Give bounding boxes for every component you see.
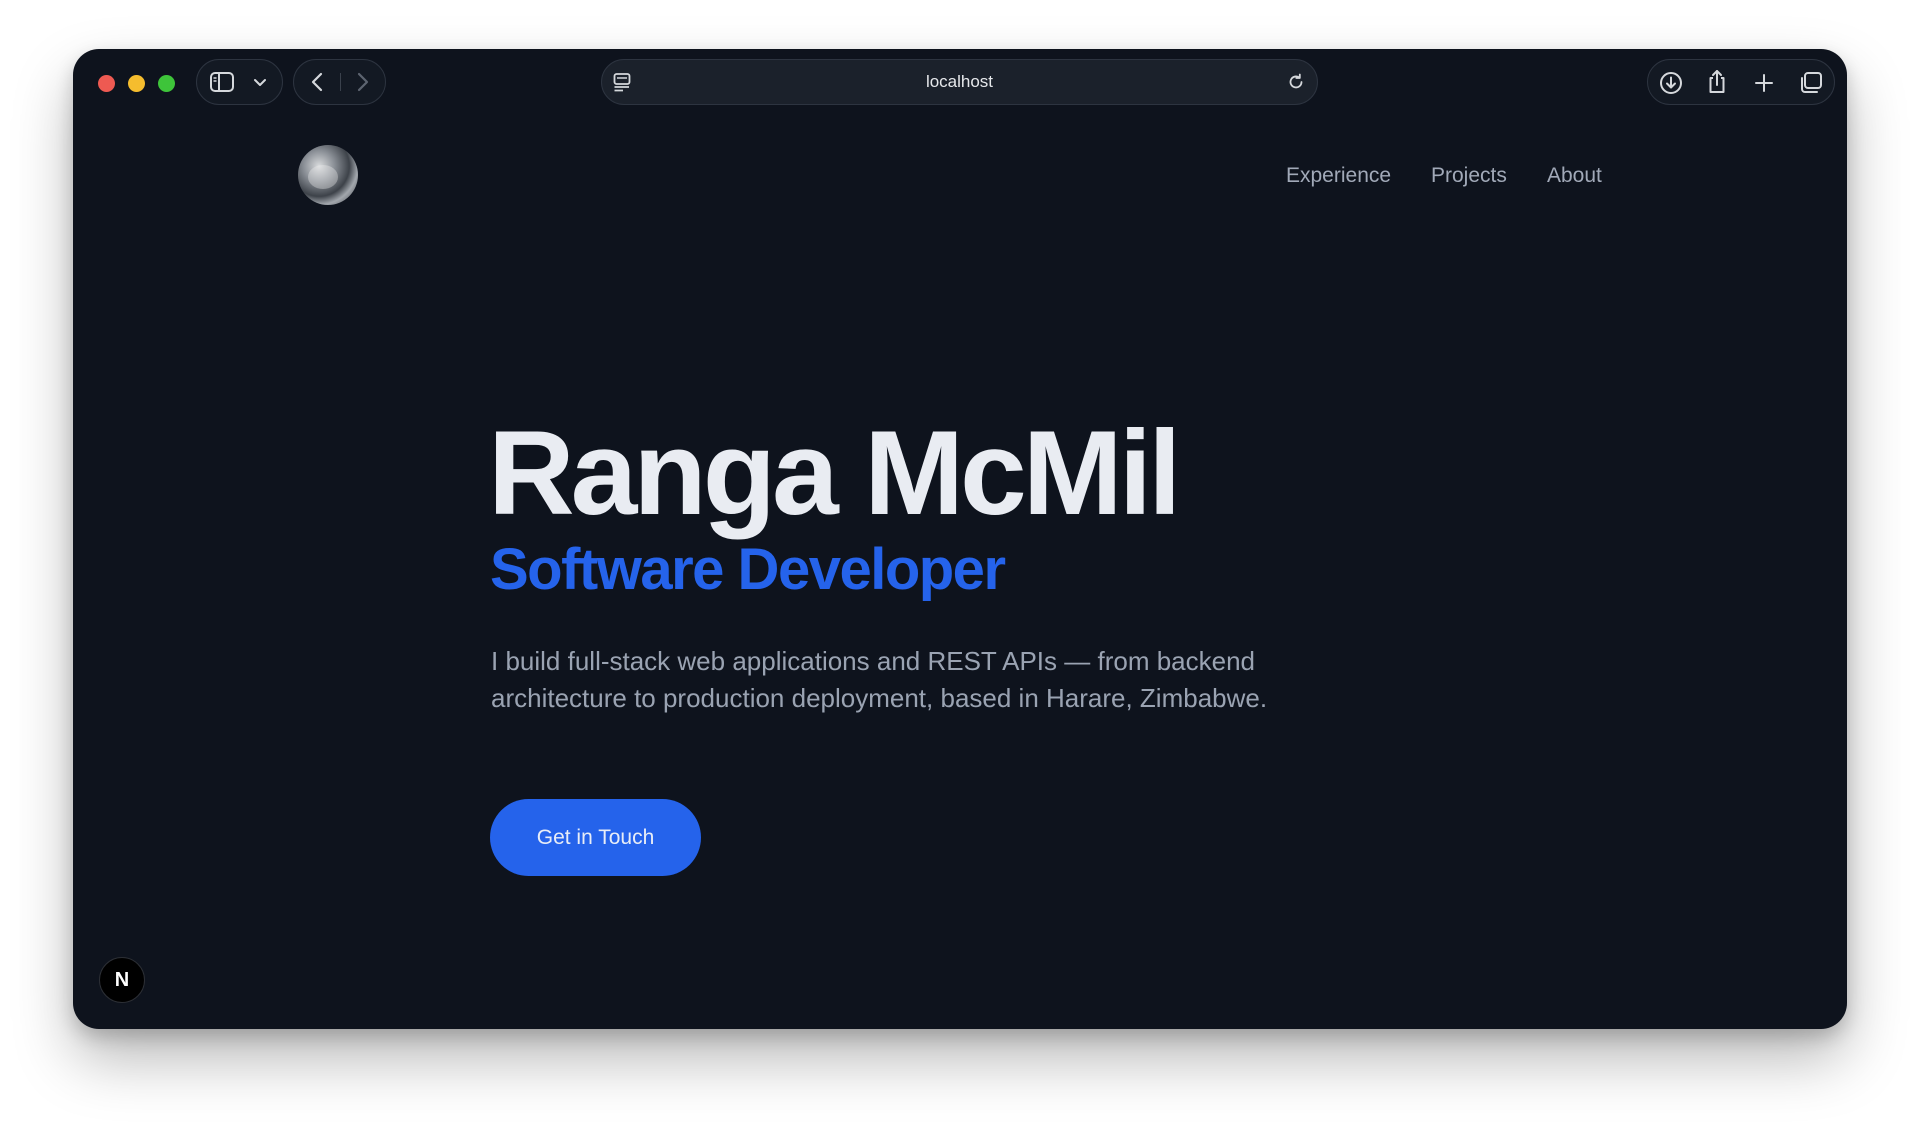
- navigation-divider: [340, 73, 341, 91]
- history-navigation: [293, 59, 386, 105]
- hero-description: I build full-stack web applications and …: [491, 646, 1268, 713]
- back-icon[interactable]: [308, 71, 328, 93]
- address-bar[interactable]: localhost: [601, 59, 1318, 105]
- reload-icon[interactable]: [1286, 72, 1306, 92]
- chevron-down-icon[interactable]: [252, 74, 268, 90]
- dev-tools-badge[interactable]: N: [99, 957, 145, 1003]
- nav-link-projects[interactable]: Projects: [1431, 164, 1507, 188]
- browser-toolbar: localhost: [73, 49, 1847, 117]
- nav-link-about[interactable]: About: [1547, 164, 1602, 188]
- zoom-window-button[interactable]: [158, 75, 175, 92]
- minimize-window-button[interactable]: [128, 75, 145, 92]
- get-in-touch-button[interactable]: Get in Touch: [490, 799, 701, 876]
- share-icon[interactable]: [1705, 68, 1729, 96]
- hero-role: Software Developer: [490, 537, 1006, 602]
- new-tab-icon[interactable]: [1752, 71, 1776, 95]
- sidebar-control: [196, 59, 283, 105]
- sidebar-icon[interactable]: [209, 70, 235, 94]
- toolbar-actions: [1647, 59, 1835, 105]
- close-window-button[interactable]: [98, 75, 115, 92]
- tabs-overview-icon[interactable]: [1798, 71, 1824, 95]
- hero-name: Ranga McMil: [488, 406, 1181, 540]
- download-icon[interactable]: [1658, 70, 1684, 96]
- url-text[interactable]: localhost: [602, 72, 1317, 92]
- nav-link-experience[interactable]: Experience: [1286, 164, 1391, 188]
- profile-avatar[interactable]: [298, 145, 358, 205]
- forward-icon[interactable]: [352, 71, 372, 93]
- browser-window: localhost Experience Projects About Rang…: [73, 49, 1847, 1029]
